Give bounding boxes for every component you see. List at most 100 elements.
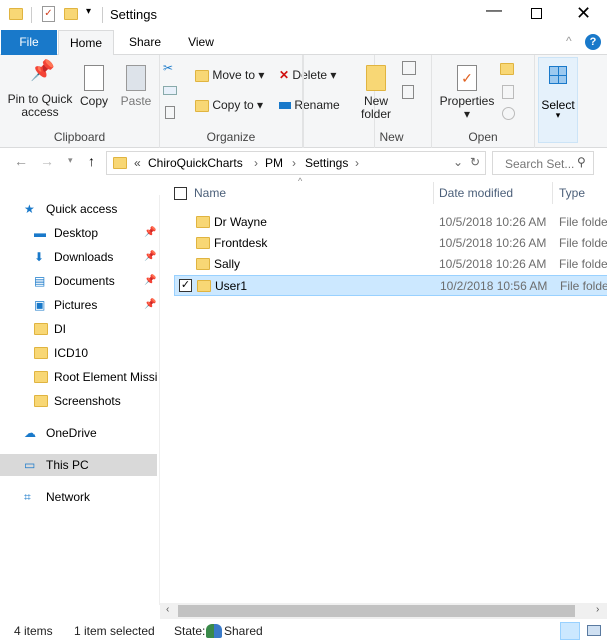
clipboard-icon [126, 65, 146, 91]
tab-view[interactable]: View [176, 30, 226, 55]
pin-icon[interactable]: 📌 [144, 294, 156, 316]
collapse-ribbon-icon[interactable]: ^ [566, 34, 572, 48]
nav-item[interactable]: Screenshots [0, 390, 157, 412]
file-date: 10/5/2018 10:26 AM [439, 236, 547, 250]
address-dropdown[interactable]: ⌄ [453, 155, 463, 169]
item-count: 4 items [14, 624, 53, 638]
group-clipboard: 📌 Pin to Quick access Copy Paste ✂ Clipbo… [0, 55, 177, 148]
file-row[interactable]: Sally 10/5/2018 10:26 AM File folder [174, 254, 607, 275]
nav-item[interactable]: ▣ Pictures 📌 [0, 294, 157, 316]
recent-locations-button[interactable]: ▾ [68, 155, 73, 166]
row-checkbox[interactable]: ✓ [179, 279, 192, 292]
new-folder-icon [366, 65, 386, 91]
nav-item[interactable]: DI [0, 318, 157, 340]
folder-icon [113, 157, 127, 169]
pin-icon[interactable]: 📌 [144, 222, 156, 244]
download-icon: ⬇ [34, 250, 45, 264]
group-label: Clipboard [53, 130, 106, 144]
star-icon: ★ [24, 202, 35, 216]
nav-item[interactable]: ★ Quick access [0, 198, 157, 220]
pin-icon[interactable]: 📌 [144, 270, 156, 292]
column-header-type[interactable]: Type [559, 182, 607, 204]
group-label: Open [468, 130, 498, 144]
forward-button[interactable]: → [40, 153, 54, 169]
nav-item[interactable]: ▭ This PC [0, 454, 157, 476]
customize-toolbar-icon[interactable]: ▾ [86, 6, 91, 17]
nav-item-label: Quick access [46, 202, 118, 216]
select-all-checkbox[interactable] [174, 187, 187, 200]
folder-icon [196, 237, 210, 249]
scroll-left-button[interactable]: ‹ [166, 604, 169, 615]
divider [102, 7, 103, 23]
network-icon: ⌗ [24, 490, 31, 504]
tab-home[interactable]: Home [58, 30, 114, 56]
scrollbar-thumb[interactable] [178, 605, 575, 617]
crumb[interactable]: PM [265, 156, 283, 170]
easy-access-icon[interactable] [402, 85, 414, 99]
nav-item[interactable]: ☁ OneDrive [0, 422, 157, 444]
large-icons-view-button[interactable] [587, 625, 601, 636]
search-icon: ⚲ [577, 155, 586, 169]
address-row: ← → ▾ ↑ « ChiroQuickCharts › PM › Settin… [0, 149, 607, 177]
column-header-date[interactable]: Date modified [439, 182, 553, 204]
scroll-right-button[interactable]: › [596, 604, 599, 615]
new-folder-button[interactable]: New folder [358, 65, 394, 121]
crumb-overflow[interactable]: « [134, 156, 141, 170]
crumb[interactable]: ChiroQuickCharts [148, 156, 243, 170]
refresh-button[interactable]: ↻ [470, 155, 480, 169]
tab-file[interactable]: File [1, 30, 57, 55]
up-button[interactable]: ↑ [88, 153, 95, 169]
horizontal-scrollbar[interactable]: ‹ › [160, 603, 607, 619]
group-label: New [379, 130, 404, 144]
pin-to-quick-access-button[interactable]: 📌 Pin to Quick access [6, 61, 74, 119]
nav-item[interactable]: ▬ Desktop 📌 [0, 222, 157, 244]
open-icon[interactable] [500, 63, 514, 75]
nav-item-label: OneDrive [46, 426, 97, 440]
nav-item-label: Documents [54, 274, 115, 288]
title-bar: ✓ ▾ Settings — ✕ [0, 0, 607, 30]
properties-quick-icon[interactable]: ✓ [42, 6, 55, 22]
nav-item[interactable]: ⬇ Downloads 📌 [0, 246, 157, 268]
group-new: New folder New [352, 55, 432, 148]
file-row[interactable]: Frontdesk 10/5/2018 10:26 AM File folder [174, 233, 607, 254]
nav-item[interactable]: ICD10 [0, 342, 157, 364]
paste-button[interactable]: Paste [118, 65, 154, 108]
nav-item-label: Desktop [54, 226, 99, 240]
selected-count: 1 item selected [74, 624, 155, 638]
column-header-name[interactable]: Name [194, 182, 434, 204]
crumb[interactable]: Settings [305, 156, 348, 170]
select-button[interactable]: Select ▾ [538, 57, 578, 143]
ribbon: 📌 Pin to Quick access Copy Paste ✂ Clipbo… [0, 55, 607, 148]
folder-icon [34, 323, 48, 335]
copy-button[interactable]: Copy [78, 65, 110, 108]
folder-icon [196, 216, 210, 228]
new-folder-quick-icon[interactable] [64, 8, 78, 20]
nav-item-label: Pictures [54, 298, 98, 312]
nav-item[interactable]: Root Element Missin [0, 366, 157, 388]
search-box[interactable]: Search Set... ⚲ [492, 151, 594, 175]
minimize-button[interactable]: — [486, 2, 502, 20]
file-name: Sally [214, 257, 241, 271]
divider [31, 7, 32, 23]
pin-icon[interactable]: 📌 [144, 246, 156, 268]
new-item-icon[interactable] [402, 61, 416, 75]
close-button[interactable]: ✕ [576, 3, 591, 24]
address-bar[interactable]: « ChiroQuickCharts › PM › Settings › ⌄ ↻ [106, 151, 486, 175]
nav-item[interactable]: ⌗ Network [0, 486, 157, 508]
file-row[interactable]: ✓ User1 10/2/2018 10:56 AM File folder [174, 275, 607, 296]
history-icon[interactable] [502, 107, 515, 120]
pictures-icon: ▣ [34, 298, 46, 312]
edit-icon[interactable] [502, 85, 514, 99]
details-view-button[interactable] [560, 622, 580, 640]
maximize-button[interactable] [531, 8, 542, 19]
shared-users-icon [206, 624, 222, 638]
file-type: File folder [559, 236, 607, 250]
nav-item[interactable]: ▤ Documents 📌 [0, 270, 157, 292]
group-open: ✓ Properties ▾ Open [432, 55, 535, 148]
back-button[interactable]: ← [14, 153, 28, 169]
properties-button[interactable]: ✓ Properties ▾ [438, 65, 496, 121]
file-row[interactable]: Dr Wayne 10/5/2018 10:26 AM File folder [174, 212, 607, 233]
nav-item-label: ICD10 [54, 346, 89, 360]
help-icon[interactable]: ? [585, 34, 601, 50]
tab-share[interactable]: Share [120, 30, 170, 55]
